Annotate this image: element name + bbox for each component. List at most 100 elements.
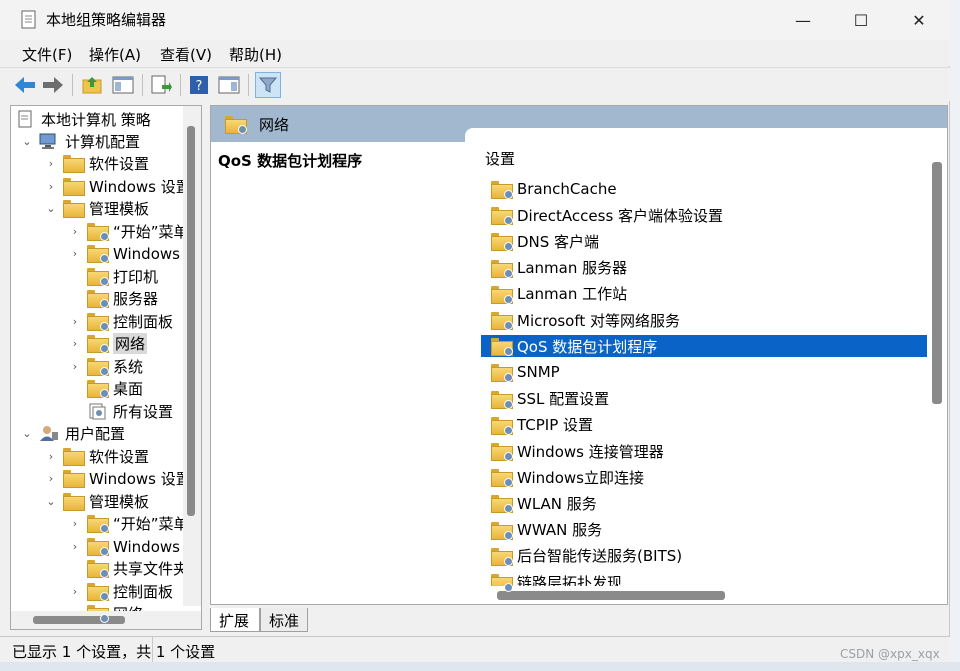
tree-item-cc-network[interactable]: › 网络 [69, 332, 148, 354]
settings-list-item[interactable]: SSL 配置设置 [481, 388, 927, 410]
tree-item-cc-system[interactable]: › 系统 [69, 355, 143, 377]
settings-list-item[interactable]: Lanman 工作站 [481, 283, 927, 305]
menu-action[interactable]: 操作(A) [89, 44, 141, 65]
column-header-settings[interactable]: 设置 [485, 148, 515, 169]
tab-standard[interactable]: 标准 [260, 608, 308, 632]
chevron-right-icon[interactable]: › [69, 315, 81, 328]
show-hide-tree-button[interactable] [110, 72, 136, 98]
tree-label: 本地计算机 策略 [41, 110, 151, 129]
tree-vertical-scrollbar[interactable] [183, 106, 201, 606]
chevron-down-icon[interactable]: ⌄ [45, 202, 57, 215]
settings-list[interactable]: 设置 BranchCache DirectAccess 客户端体验设置 DNS 客户… [465, 128, 947, 604]
tree-vertical-scroll-thumb[interactable] [187, 126, 195, 516]
settings-list-item[interactable]: SNMP [481, 361, 927, 383]
close-button[interactable]: ✕ [890, 0, 948, 40]
chevron-right-icon[interactable]: › [45, 472, 57, 485]
list-horizontal-scrollbar[interactable] [465, 586, 927, 604]
folder-icon [63, 200, 85, 218]
list-horizontal-scroll-thumb[interactable] [497, 591, 725, 600]
folder-icon [87, 358, 109, 376]
tree-item-uc-admin[interactable]: ⌄ 管理模板 [45, 490, 149, 512]
chevron-right-icon[interactable]: › [45, 157, 57, 170]
tab-extended[interactable]: 扩展 [210, 608, 260, 632]
folder-icon [491, 285, 513, 304]
tree-item-uc-start[interactable]: › “开始”菜单 [69, 512, 189, 534]
settings-list-item[interactable]: TCPIP 设置 [481, 414, 927, 436]
close-icon: ✕ [912, 10, 926, 30]
tree-item-uc-windows[interactable]: › Windows 设置 [45, 467, 191, 489]
tree-pane[interactable]: 本地计算机 策略 ⌄ 计算机配置 › 软件设置 › Windows 设置 ⌄ 管… [10, 105, 202, 630]
chevron-down-icon[interactable]: ⌄ [45, 495, 57, 508]
folder-icon [491, 469, 513, 488]
menu-view[interactable]: 查看(V) [160, 44, 212, 65]
minimize-button[interactable]: — [774, 0, 832, 40]
tree-item-cc-windows[interactable]: › Windows 设置 [45, 175, 191, 197]
folder-icon [491, 547, 513, 566]
settings-list-item[interactable]: WLAN 服务 [481, 492, 927, 514]
description-area: QoS 数据包计划程序 [211, 142, 465, 604]
up-level-button[interactable] [80, 72, 106, 98]
tree-item-uc-control-panel[interactable]: › 控制面板 [69, 580, 173, 602]
minimize-icon: — [795, 10, 811, 30]
all-settings-icon [89, 403, 106, 420]
title-bar[interactable]: 本地组策略编辑器 — ☐ ✕ [0, 0, 950, 40]
settings-list-item[interactable]: Windows 连接管理器 [481, 440, 927, 462]
chevron-right-icon[interactable]: › [69, 585, 81, 598]
chevron-right-icon[interactable]: › [69, 247, 81, 260]
settings-list-item[interactable]: Microsoft 对等网络服务 [481, 309, 927, 331]
chevron-right-icon[interactable]: › [69, 360, 81, 373]
maximize-button[interactable]: ☐ [832, 0, 890, 40]
chevron-right-icon[interactable]: › [69, 517, 81, 530]
settings-list-item[interactable]: QoS 数据包计划程序 [481, 335, 927, 358]
tab-label: 扩展 [219, 612, 250, 630]
chevron-right-icon[interactable]: › [69, 225, 81, 238]
action-pane-button[interactable] [216, 72, 242, 98]
tree-item-uc-software[interactable]: › 软件设置 [45, 445, 149, 467]
tree-item-cc-start[interactable]: › “开始”菜单 [69, 220, 189, 242]
tree-label: 服务器 [113, 289, 159, 308]
chevron-right-icon[interactable]: › [69, 337, 81, 350]
settings-list-item[interactable]: DirectAccess 客户端体验设置 [481, 204, 927, 226]
settings-list-item[interactable]: 后台智能传送服务(BITS) [481, 545, 927, 567]
tree-horizontal-scroll-thumb[interactable] [33, 616, 125, 624]
tree-item-uc-shared[interactable]: 共享文件夹 [69, 557, 188, 579]
chevron-down-icon[interactable]: ⌄ [21, 427, 33, 440]
list-vertical-scroll-thumb[interactable] [932, 162, 942, 404]
menu-help[interactable]: 帮助(H) [229, 44, 282, 65]
tree-item-computer-config[interactable]: ⌄ 计算机配置 [21, 130, 140, 152]
folder-icon [87, 560, 109, 578]
chevron-right-icon[interactable]: › [45, 180, 57, 193]
folder-icon [63, 178, 85, 196]
list-vertical-scrollbar[interactable] [927, 142, 947, 604]
tree-item-cc-all-settings[interactable]: 所有设置 [69, 400, 173, 422]
tree-item-cc-admin[interactable]: ⌄ 管理模板 [45, 197, 149, 219]
tree-label: 计算机配置 [65, 132, 141, 151]
chevron-down-icon[interactable]: ⌄ [21, 135, 33, 148]
export-list-button[interactable] [148, 72, 174, 98]
tree-item-cc-control-panel[interactable]: › 控制面板 [69, 310, 173, 332]
tree-item-root[interactable]: 本地计算机 策略 [17, 108, 151, 130]
settings-list-item-label: Lanman 服务器 [517, 259, 628, 278]
tree-item-cc-desktop[interactable]: 桌面 [69, 377, 143, 399]
chevron-right-icon[interactable]: › [69, 540, 81, 553]
settings-list-item[interactable]: WWAN 服务 [481, 519, 927, 541]
tree-label: 管理模板 [89, 199, 150, 218]
toolbar: ? [0, 67, 950, 101]
chevron-right-icon[interactable]: › [45, 450, 57, 463]
background-desktop-strip [950, 0, 960, 671]
tree-item-cc-software[interactable]: › 软件设置 [45, 152, 149, 174]
help-button[interactable]: ? [186, 72, 212, 98]
forward-button[interactable] [40, 72, 66, 98]
back-button[interactable] [12, 72, 38, 98]
settings-list-item[interactable]: DNS 客户端 [481, 230, 927, 252]
filter-button[interactable] [255, 72, 281, 98]
menu-file[interactable]: 文件(F) [22, 44, 72, 65]
tree-item-cc-server[interactable]: 服务器 [69, 287, 158, 309]
folder-icon [87, 538, 109, 556]
settings-list-item[interactable]: BranchCache [481, 178, 927, 200]
tree-item-cc-printer[interactable]: 打印机 [69, 265, 158, 287]
settings-list-item[interactable]: Lanman 服务器 [481, 257, 927, 279]
settings-list-item[interactable]: Windows立即连接 [481, 466, 927, 488]
tree-label: 系统 [113, 357, 144, 376]
tree-item-user-config[interactable]: ⌄ 用户配置 [21, 422, 125, 444]
